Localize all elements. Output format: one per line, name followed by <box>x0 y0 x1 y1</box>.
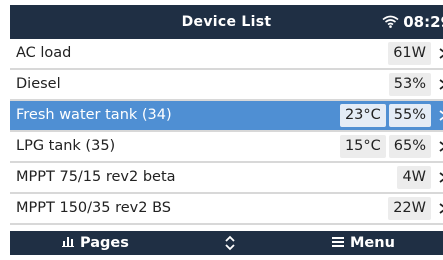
device-row[interactable]: AC load 61W <box>10 39 443 70</box>
menu-button[interactable]: Menu <box>332 231 395 255</box>
menu-label: Menu <box>350 235 395 251</box>
chevron-right-icon <box>439 141 443 152</box>
up-down-chevron-icon[interactable] <box>223 235 237 251</box>
device-label: Diesel <box>16 76 61 92</box>
device-label: LPG tank (35) <box>16 138 116 154</box>
pages-button[interactable]: Pages <box>62 231 129 255</box>
device-list: AC load 61W Diesel 53% Fresh water tank (34)… <box>10 39 443 225</box>
chevron-right-icon <box>439 203 443 214</box>
value-badge: 61W <box>388 42 431 65</box>
hamburger-menu-icon <box>332 237 344 247</box>
chevron-right-icon <box>439 48 443 59</box>
device-row[interactable]: MPPT 150/35 rev2 BS 22W <box>10 194 443 225</box>
value-badge: 4W <box>397 166 431 189</box>
footer-bar: Pages Menu <box>10 231 443 255</box>
value-badge: 55% <box>388 104 431 127</box>
device-row[interactable]: Fresh water tank (34) 23°C 55% <box>10 101 443 132</box>
value-badge: 23°C <box>339 104 386 127</box>
bar-chart-icon <box>62 237 74 247</box>
device-values: 4W <box>397 166 431 189</box>
status-area: 08:29 <box>382 5 443 39</box>
device-values: 53% <box>388 73 431 96</box>
page-title: Device List <box>181 14 272 30</box>
device-row[interactable]: LPG tank (35) 15°C 65% <box>10 132 443 163</box>
clock-time: 08:29 <box>403 13 443 31</box>
device-values: 23°C 55% <box>339 104 431 127</box>
device-values: 61W <box>388 42 431 65</box>
value-badge: 53% <box>388 73 431 96</box>
pages-label: Pages <box>80 235 129 251</box>
device-list-screen: Device List 08:29 AC load 61W Diesel 53% Fre… <box>10 5 443 255</box>
device-label: MPPT 75/15 rev2 beta <box>16 169 176 185</box>
chevron-right-icon <box>439 172 443 183</box>
value-badge: 22W <box>388 197 431 220</box>
device-label: AC load <box>16 45 72 61</box>
device-values: 15°C 65% <box>339 135 431 158</box>
device-values: 22W <box>388 197 431 220</box>
value-badge: 15°C <box>339 135 386 158</box>
chevron-right-icon <box>439 79 443 90</box>
header-bar: Device List 08:29 <box>10 5 443 39</box>
wifi-icon <box>382 15 399 28</box>
device-label: Fresh water tank (34) <box>16 107 172 123</box>
device-label: MPPT 150/35 rev2 BS <box>16 200 171 216</box>
value-badge: 65% <box>388 135 431 158</box>
chevron-right-icon <box>439 110 443 121</box>
device-row[interactable]: Diesel 53% <box>10 70 443 101</box>
device-row[interactable]: MPPT 75/15 rev2 beta 4W <box>10 163 443 194</box>
